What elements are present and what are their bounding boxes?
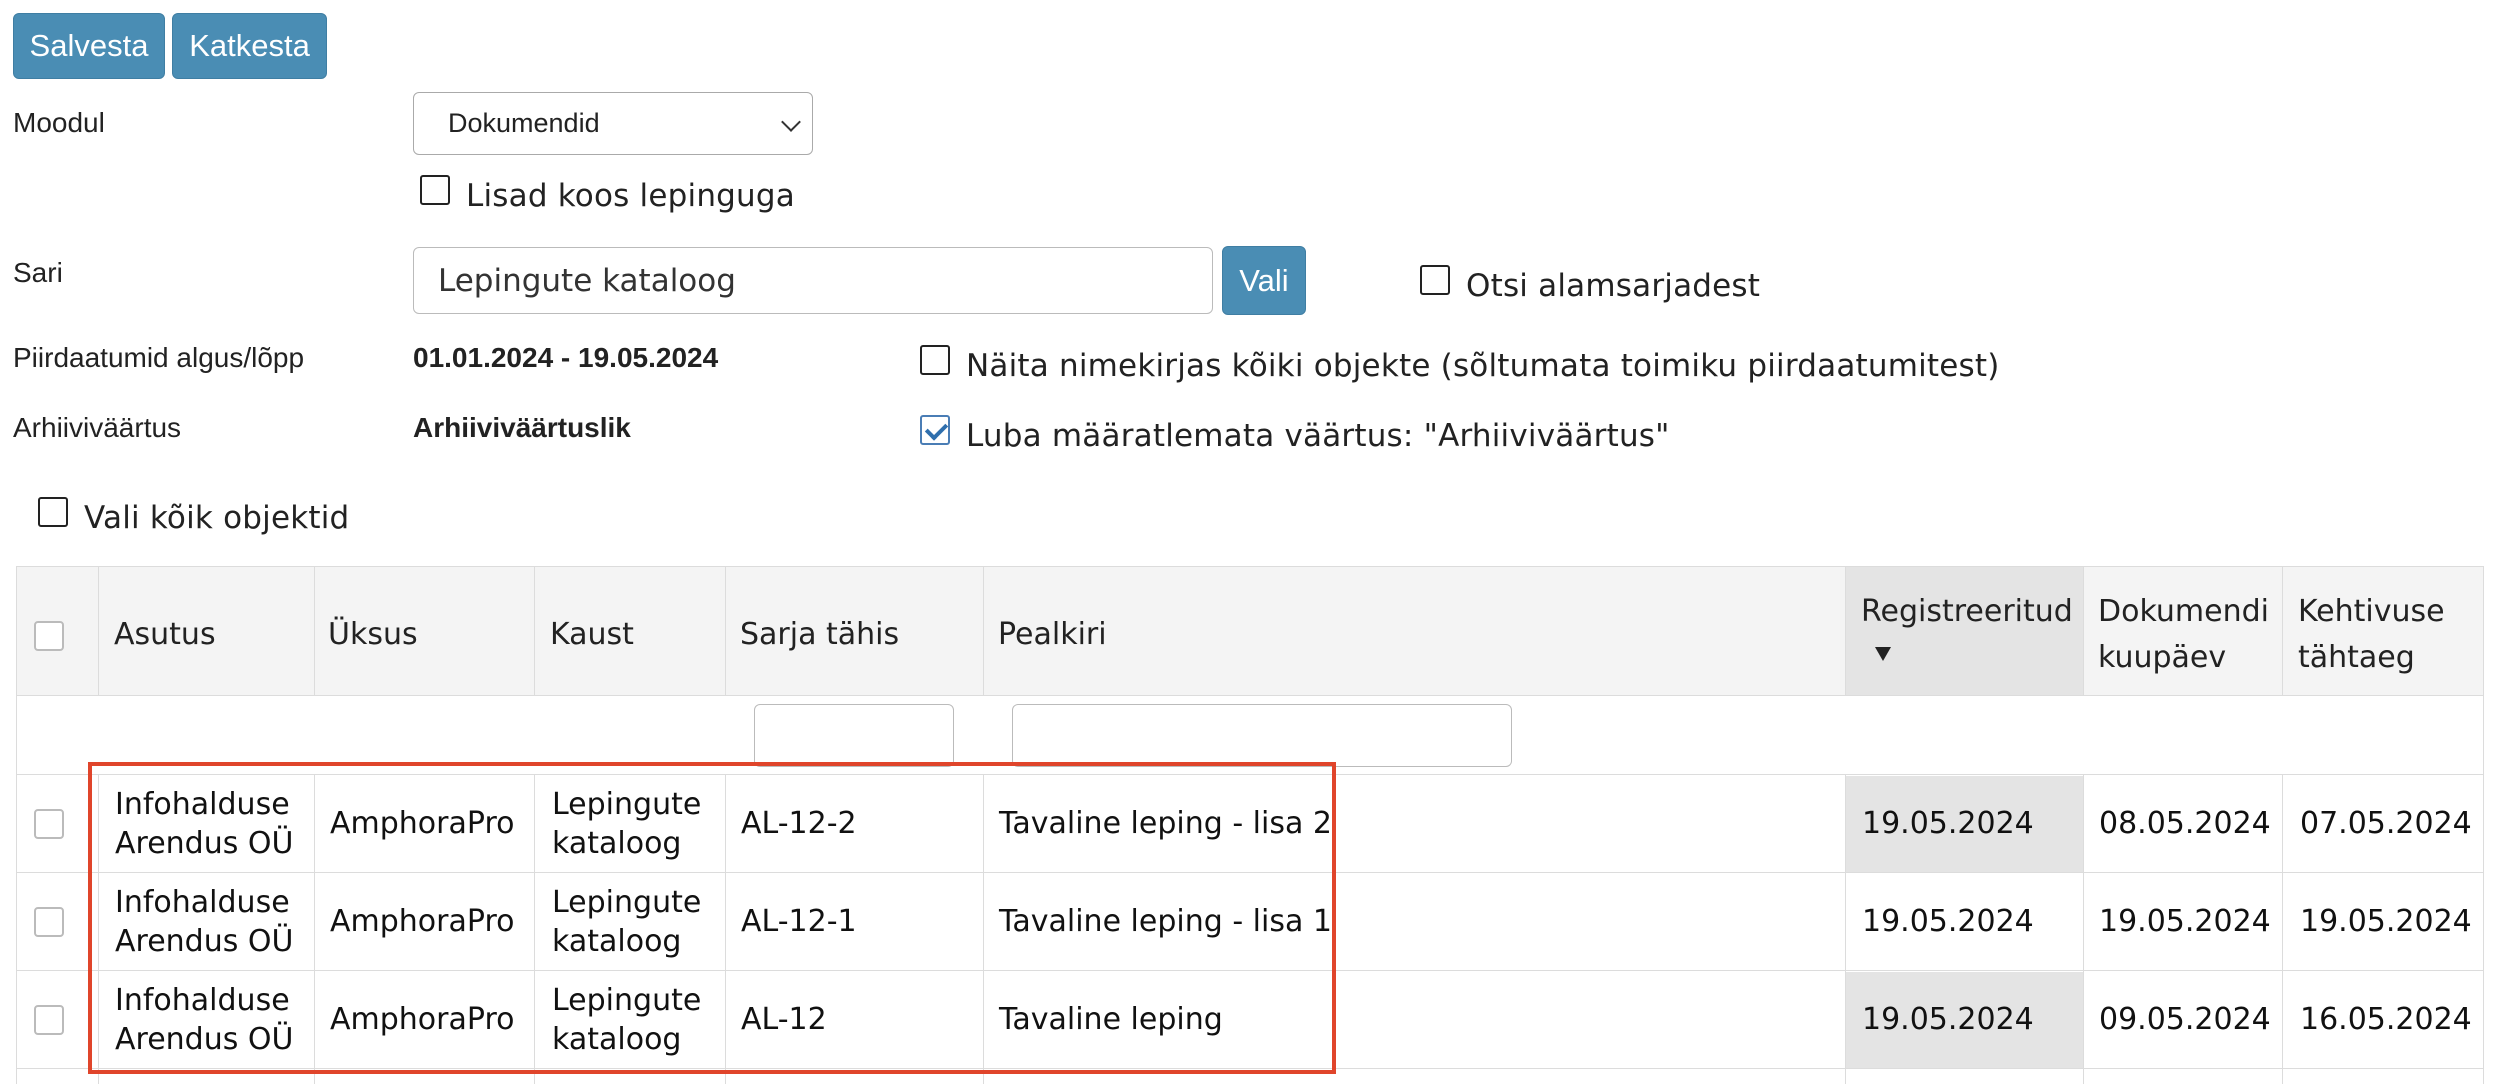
col-header-series-code[interactable]: Sarja tähis [740, 612, 899, 658]
search-subseries-checkbox[interactable] [1420, 265, 1450, 295]
col-header-doc-date-line1: Dokumendi [2098, 594, 2269, 629]
cell-validity: 19.05.2024 [2300, 904, 2472, 939]
date-range-label: Piirdaatumid algus/lõpp [13, 342, 305, 373]
cell-doc-date: 08.05.2024 [2099, 806, 2271, 841]
choose-series-button[interactable]: Vali [1222, 246, 1306, 315]
attachments-label: Lisad koos lepinguga [466, 178, 795, 214]
col-header-folder[interactable]: Kaust [550, 612, 634, 658]
header-select-checkbox[interactable] [34, 621, 64, 651]
series-input[interactable]: Lepingute kataloog [413, 247, 1213, 314]
col-header-unit[interactable]: Üksus [328, 612, 418, 658]
cell-doc-date: 09.05.2024 [2099, 1002, 2271, 1037]
row-checkbox[interactable] [34, 1005, 64, 1035]
col-header-validity-line2: tähtaeg [2298, 640, 2415, 675]
archive-label: Arhiiviväärtus [13, 412, 182, 443]
module-select[interactable]: Dokumendid [413, 92, 813, 155]
chevron-down-icon [781, 112, 801, 132]
module-select-value: Dokumendid [448, 108, 600, 138]
cancel-button[interactable]: Katkesta [172, 13, 327, 79]
save-button[interactable]: Salvesta [13, 13, 165, 79]
series-input-value: Lepingute kataloog [438, 262, 736, 299]
cell-registered: 19.05.2024 [1862, 1002, 2034, 1037]
select-all-label: Vali kõik objektid [84, 500, 350, 536]
highlight-box [88, 762, 1336, 1074]
allow-undefined-checkbox[interactable] [920, 415, 950, 445]
cell-doc-date: 19.05.2024 [2099, 904, 2271, 939]
allow-undefined-label: Luba määratlemata väärtus: "Arhiiviväärt… [966, 418, 1670, 454]
cell-registered: 19.05.2024 [1862, 904, 2034, 939]
filter-title-input[interactable] [1012, 704, 1512, 767]
module-label: Moodul [13, 107, 105, 138]
col-header-doc-date[interactable]: Dokumendi kuupäev [2098, 589, 2269, 681]
attachments-checkbox[interactable] [420, 175, 450, 205]
filter-series-code-input[interactable] [754, 704, 954, 767]
triangle-down-icon [1875, 647, 1891, 661]
col-header-validity-line1: Kehtivuse [2298, 594, 2445, 629]
col-header-org[interactable]: Asutus [114, 612, 216, 658]
archive-value: Arhiiviväärtuslik [413, 412, 631, 443]
show-all-label: Näita nimekirjas kõiki objekte (sõltumat… [966, 348, 2000, 384]
row-checkbox[interactable] [34, 907, 64, 937]
col-header-validity[interactable]: Kehtivuse tähtaeg [2298, 589, 2445, 681]
col-header-doc-date-line2: kuupäev [2098, 640, 2227, 675]
date-range-value: 01.01.2024 - 19.05.2024 [413, 342, 719, 373]
col-header-registered[interactable]: Registreeritud [1861, 589, 2073, 635]
cell-validity: 16.05.2024 [2300, 1002, 2472, 1037]
search-subseries-label: Otsi alamsarjadest [1466, 268, 1761, 304]
row-checkbox[interactable] [34, 809, 64, 839]
col-header-title[interactable]: Pealkiri [998, 612, 1107, 658]
select-all-checkbox[interactable] [38, 497, 68, 527]
series-label: Sari [13, 257, 63, 288]
show-all-checkbox[interactable] [920, 345, 950, 375]
cell-registered: 19.05.2024 [1862, 806, 2034, 841]
cell-validity: 07.05.2024 [2300, 806, 2472, 841]
